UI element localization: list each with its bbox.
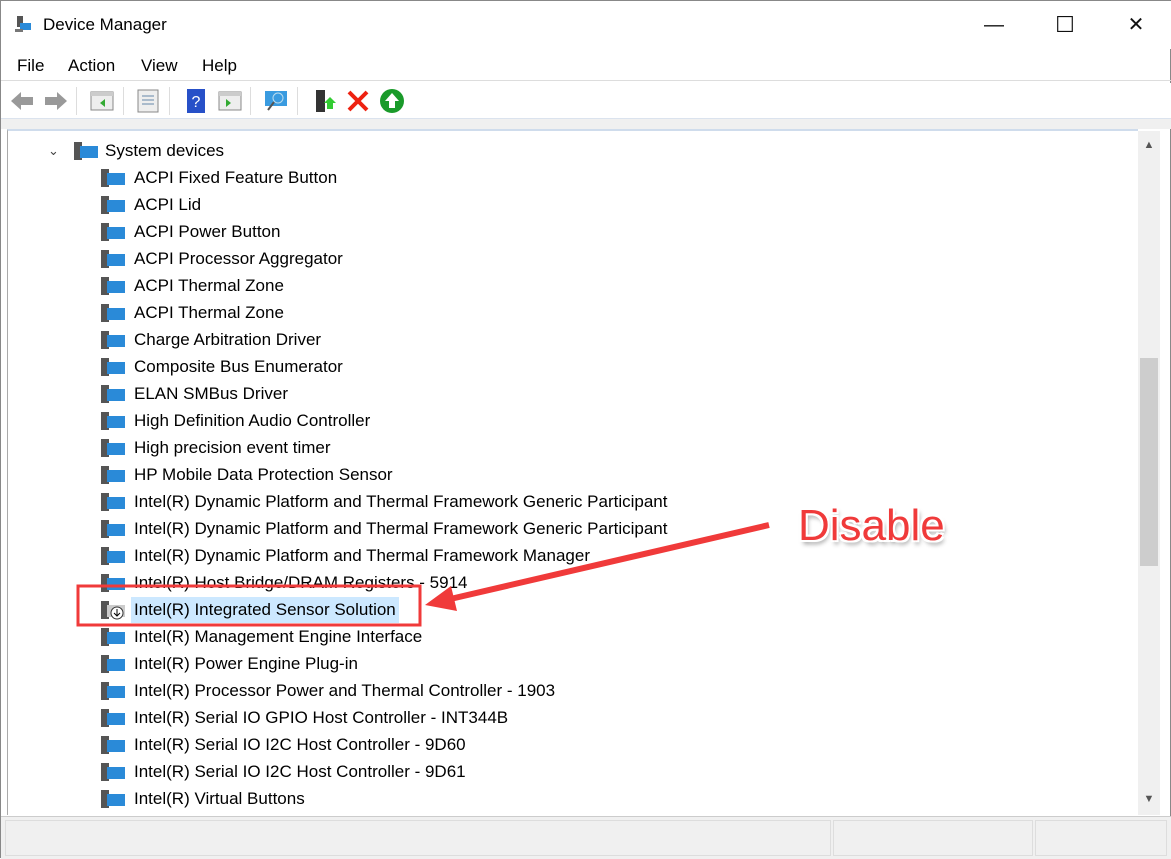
annotation-overlay (76, 522, 770, 627)
highlight-box (76, 584, 422, 627)
annotation-arrow (445, 522, 770, 603)
annotation-label: Disable (798, 501, 945, 550)
arrow-head-icon (425, 586, 457, 611)
